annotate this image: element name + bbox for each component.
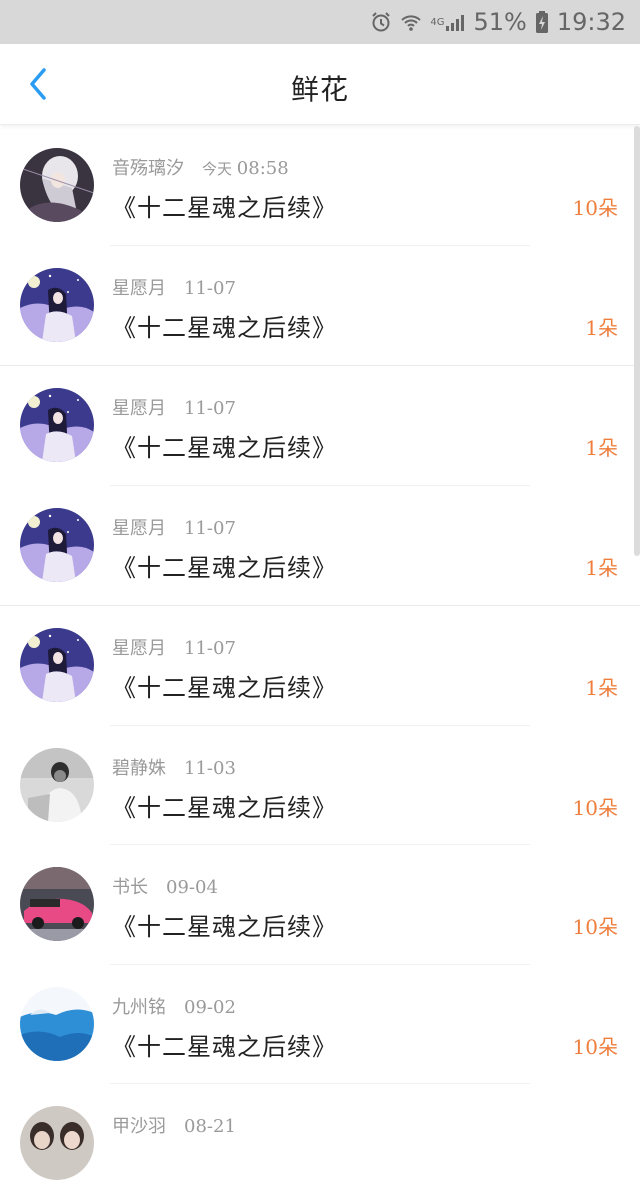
timestamp: 11-07 xyxy=(184,398,236,419)
list-item[interactable]: 九州铭 09-02 《十二星魂之后续》 10朵 xyxy=(0,965,640,1084)
book-title: 《十二星魂之后续》 xyxy=(112,434,337,462)
timestamp: 11-07 xyxy=(184,638,236,659)
item-meta: 星愿月 11-07 xyxy=(112,394,236,420)
wifi-icon xyxy=(400,12,422,32)
flower-count: 1朵 xyxy=(585,676,618,700)
avatar xyxy=(20,986,94,1061)
avatar xyxy=(20,148,94,222)
avatar xyxy=(20,1106,94,1180)
time-prefix: 今天 xyxy=(202,160,233,178)
timestamp: 11-07 xyxy=(184,277,236,299)
user-name: 音殇璃汐 xyxy=(112,158,184,179)
user-name: 书长 xyxy=(112,877,148,898)
flower-count: 1朵 xyxy=(585,555,618,580)
item-meta: 星愿月 11-07 xyxy=(112,274,236,300)
item-meta: 书长 09-04 xyxy=(112,873,218,899)
flower-count: 10朵 xyxy=(572,795,618,820)
time-value: 08:58 xyxy=(236,158,289,179)
book-title: 《十二星魂之后续》 xyxy=(112,793,337,822)
scrollbar[interactable] xyxy=(634,126,640,556)
user-name: 九州铭 xyxy=(112,996,166,1018)
list-item[interactable]: 书长 09-04 《十二星魂之后续》 10朵 xyxy=(0,845,640,965)
avatar xyxy=(20,867,94,941)
timestamp: 09-02 xyxy=(184,996,236,1018)
alarm-icon xyxy=(370,11,392,33)
avatar xyxy=(20,507,94,582)
timestamp: 今天 08:58 xyxy=(202,158,289,179)
flower-count: 10朵 xyxy=(572,196,618,220)
user-name: 碧静姝 xyxy=(112,757,166,779)
list-item[interactable]: 星愿月 11-07 《十二星魂之后续》 1朵 xyxy=(0,606,640,726)
flower-count: 1朵 xyxy=(585,315,618,340)
item-meta: 音殇璃汐 今天 08:58 xyxy=(112,154,289,180)
battery-percent: 51% xyxy=(473,8,527,36)
item-meta: 碧静姝 11-03 xyxy=(112,754,236,780)
flower-count: 10朵 xyxy=(572,1034,618,1059)
battery-charging-icon xyxy=(535,11,549,33)
timestamp: 09-04 xyxy=(166,877,218,898)
signal-icon: 4G xyxy=(430,13,465,31)
timestamp: 08-21 xyxy=(184,1116,236,1137)
avatar xyxy=(20,267,94,342)
network-type: 4G xyxy=(430,16,445,28)
list-item[interactable]: 星愿月 11-07 《十二星魂之后续》 1朵 xyxy=(0,246,640,366)
avatar xyxy=(20,747,94,822)
book-title: 《十二星魂之后续》 xyxy=(112,913,337,941)
user-name: 星愿月 xyxy=(112,398,166,419)
user-name: 甲沙羽 xyxy=(112,1116,166,1137)
item-meta: 星愿月 11-07 xyxy=(112,514,236,540)
book-title: 《十二星魂之后续》 xyxy=(112,1032,337,1061)
user-name: 星愿月 xyxy=(112,277,166,299)
item-meta: 九州铭 09-02 xyxy=(112,993,236,1019)
page-title: 鲜花 xyxy=(290,73,349,106)
list-item[interactable]: 音殇璃汐 今天 08:58 《十二星魂之后续》 10朵 xyxy=(0,126,640,246)
item-meta: 星愿月 11-07 xyxy=(112,634,236,660)
timestamp: 11-03 xyxy=(184,757,236,779)
book-title: 《十二星魂之后续》 xyxy=(112,674,337,702)
flower-count: 1朵 xyxy=(585,436,618,460)
clock-time: 19:32 xyxy=(556,8,626,36)
status-bar: 4G 51% 19:32 xyxy=(0,0,640,44)
gift-list: 音殇璃汐 今天 08:58 《十二星魂之后续》 10朵 星愿月 11-07 《十二星… xyxy=(0,126,640,1204)
item-meta: 甲沙羽 08-21 xyxy=(112,1112,236,1138)
flower-count: 10朵 xyxy=(572,915,618,939)
book-title: 《十二星魂之后续》 xyxy=(112,194,337,222)
list-item[interactable]: 甲沙羽 08-21 xyxy=(0,1084,640,1204)
avatar xyxy=(20,388,94,462)
user-name: 星愿月 xyxy=(112,517,166,539)
book-title: 《十二星魂之后续》 xyxy=(112,313,337,342)
list-item[interactable]: 碧静姝 11-03 《十二星魂之后续》 10朵 xyxy=(0,726,640,845)
user-name: 星愿月 xyxy=(112,638,166,659)
nav-bar: 鲜花 xyxy=(0,44,640,125)
book-title: 《十二星魂之后续》 xyxy=(112,553,337,582)
list-item[interactable]: 星愿月 11-07 《十二星魂之后续》 1朵 xyxy=(0,366,640,486)
timestamp: 11-07 xyxy=(184,517,236,539)
list-item[interactable]: 星愿月 11-07 《十二星魂之后续》 1朵 xyxy=(0,486,640,606)
avatar xyxy=(20,628,94,702)
